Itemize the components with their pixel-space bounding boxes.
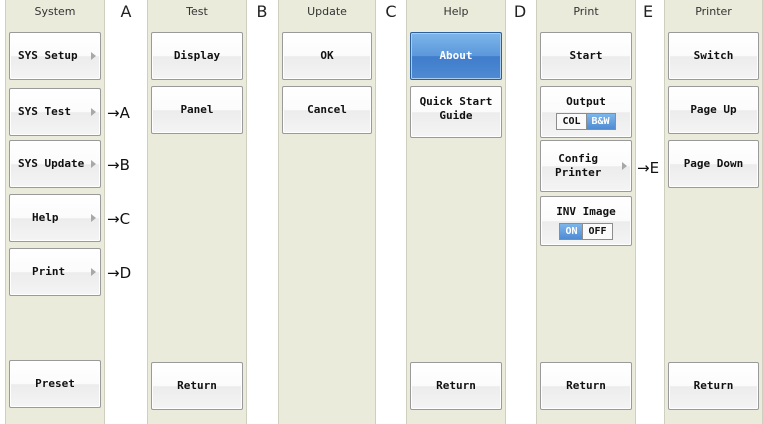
system-column-title: System [34,5,76,18]
quick-start-guide-button[interactable]: Quick Start Guide [410,86,502,138]
help-menu-button[interactable]: Help [9,194,101,242]
test-column-title: Test [186,5,208,18]
output-control: Output COL B&W [540,86,632,138]
help-column: Help About Quick Start Guide Return [406,0,506,424]
caret-right-icon [91,108,96,116]
print-return-button[interactable]: Return [540,362,632,410]
arrow-to-b: →B [107,156,130,174]
ok-button[interactable]: OK [282,32,372,80]
cancel-button[interactable]: Cancel [282,86,372,134]
page-up-button[interactable]: Page Up [668,86,759,134]
inv-option-on[interactable]: ON [560,224,583,239]
sys-test-button[interactable]: SYS Test [9,88,101,136]
system-column: System SYS Setup SYS Test SYS Update Hel… [5,0,105,424]
inv-option-off[interactable]: OFF [582,224,612,239]
caret-right-icon [622,162,627,170]
config-printer-button[interactable]: Config Printer [540,140,632,192]
page-down-button[interactable]: Page Down [668,140,759,188]
update-column-title: Update [307,5,347,18]
start-button[interactable]: Start [540,32,632,80]
printer-column-title: Printer [695,5,732,18]
arrow-to-c: →C [107,210,131,228]
print-column: Print Start Output COL B&W Config Printe… [536,0,636,424]
label-e: E [642,2,654,21]
label-d: D [513,2,527,21]
sys-setup-button[interactable]: SYS Setup [9,32,101,80]
display-button[interactable]: Display [151,32,243,80]
printer-column: Printer Switch Page Up Page Down Return [664,0,763,424]
label-c: C [385,2,397,21]
print-column-title: Print [573,5,599,18]
label-b: B [256,2,268,21]
printer-return-button[interactable]: Return [668,362,759,410]
help-return-button[interactable]: Return [410,362,502,410]
arrow-to-d: →D [107,264,132,282]
arrow-to-e: →E [637,159,660,177]
about-button[interactable]: About [410,32,502,80]
caret-right-icon [91,268,96,276]
output-toggle: COL B&W [556,113,616,130]
preset-button[interactable]: Preset [9,360,101,408]
print-menu-button[interactable]: Print [9,248,101,296]
test-column: Test Display Panel Return [147,0,247,424]
help-column-title: Help [443,5,469,18]
output-option-col[interactable]: COL [557,114,586,129]
sys-update-button[interactable]: SYS Update [9,140,101,188]
label-a: A [120,2,132,21]
caret-right-icon [91,214,96,222]
inv-image-control: INV Image ON OFF [540,196,632,246]
update-column: Update OK Cancel [278,0,376,424]
test-return-button[interactable]: Return [151,362,243,410]
panel-button[interactable]: Panel [151,86,243,134]
inv-image-toggle: ON OFF [559,223,613,240]
output-option-bw[interactable]: B&W [585,114,615,129]
arrow-to-a: →A [107,104,130,122]
caret-right-icon [91,160,96,168]
caret-right-icon [91,52,96,60]
switch-button[interactable]: Switch [668,32,759,80]
